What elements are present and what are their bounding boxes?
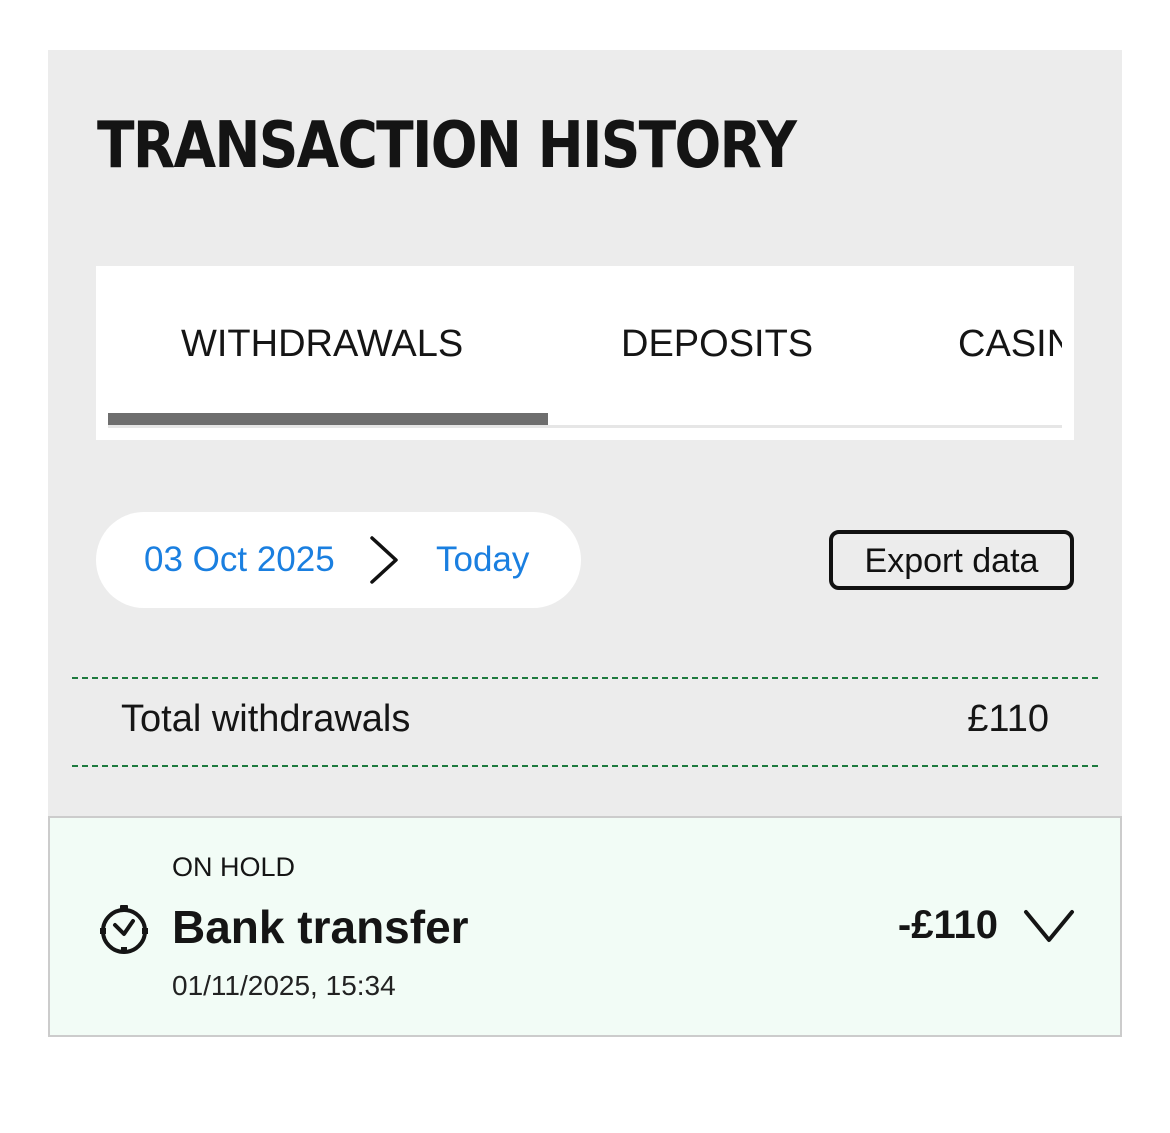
date-to[interactable]: Today	[436, 536, 529, 584]
tab-track	[108, 425, 1062, 428]
page-title: TRANSACTION HISTORY	[97, 109, 797, 183]
active-tab-indicator	[108, 413, 548, 425]
total-withdrawals-amount: £110	[967, 698, 1049, 740]
transaction-amount: -£110	[897, 903, 998, 947]
summary-divider-bottom	[72, 765, 1098, 767]
transaction-status: ON HOLD	[172, 852, 296, 882]
transaction-tabs: WITHDRAWALS DEPOSITS CASINO	[96, 266, 1074, 440]
total-withdrawals-label: Total withdrawals	[121, 698, 411, 740]
transaction-method: Bank transfer	[172, 901, 469, 953]
tab-deposits[interactable]: DEPOSITS	[621, 316, 813, 372]
transaction-datetime: 01/11/2025, 15:34	[172, 970, 396, 1001]
date-range-filter[interactable]: 03 Oct 2025 Today	[96, 512, 581, 608]
clock-icon	[100, 905, 148, 954]
summary-divider-top	[72, 677, 1098, 679]
chevron-down-icon[interactable]	[1022, 906, 1076, 946]
tab-casino[interactable]: CASINO	[958, 316, 1074, 372]
chevron-right-icon	[370, 536, 398, 584]
export-data-button[interactable]: Export data	[829, 530, 1074, 590]
tabs-scroll-edge	[1062, 266, 1074, 440]
date-from[interactable]: 03 Oct 2025	[144, 536, 335, 584]
tab-withdrawals[interactable]: WITHDRAWALS	[181, 316, 463, 372]
transaction-row[interactable]: ON HOLD Bank transfer 01/11/2025, 15:34 …	[48, 816, 1122, 1037]
